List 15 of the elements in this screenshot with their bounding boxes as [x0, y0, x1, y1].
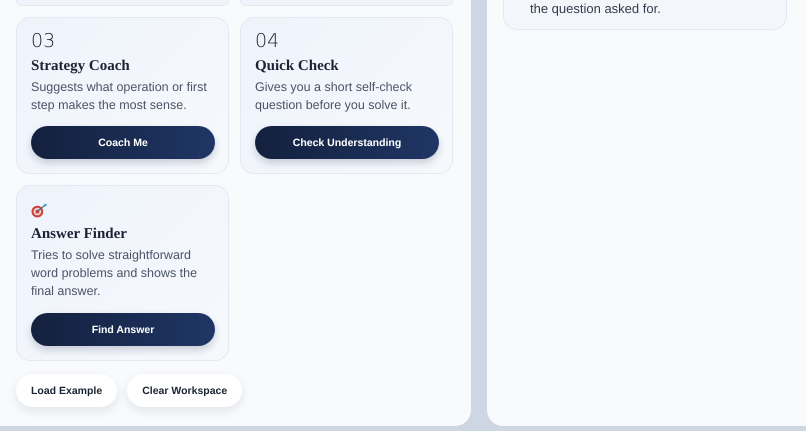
- action-button[interactable]: Check Understanding: [255, 126, 439, 159]
- action-button[interactable]: Clear Workspace: [127, 374, 242, 407]
- result-text: the question asked for.: [530, 1, 661, 16]
- tool-description: Tries to solve straightforward word problems and shows the final answer.: [31, 247, 198, 300]
- action-button[interactable]: Load Example: [16, 374, 118, 407]
- tool-title: Strategy Coach: [31, 57, 130, 75]
- tool-title: Quick Check: [255, 57, 339, 75]
- tool-number: 04: [255, 30, 280, 52]
- action-button[interactable]: Find Answer: [31, 313, 215, 346]
- target-icon: [31, 203, 48, 218]
- tool-title: Answer Finder: [31, 225, 127, 243]
- tool-description: Suggests what operation or first step makes the most sense.: [31, 79, 208, 114]
- action-button[interactable]: Coach Me: [31, 126, 215, 159]
- tool-description: Gives you a short self-check question before you solve it.: [255, 79, 414, 114]
- tool-number: 03: [31, 30, 56, 52]
